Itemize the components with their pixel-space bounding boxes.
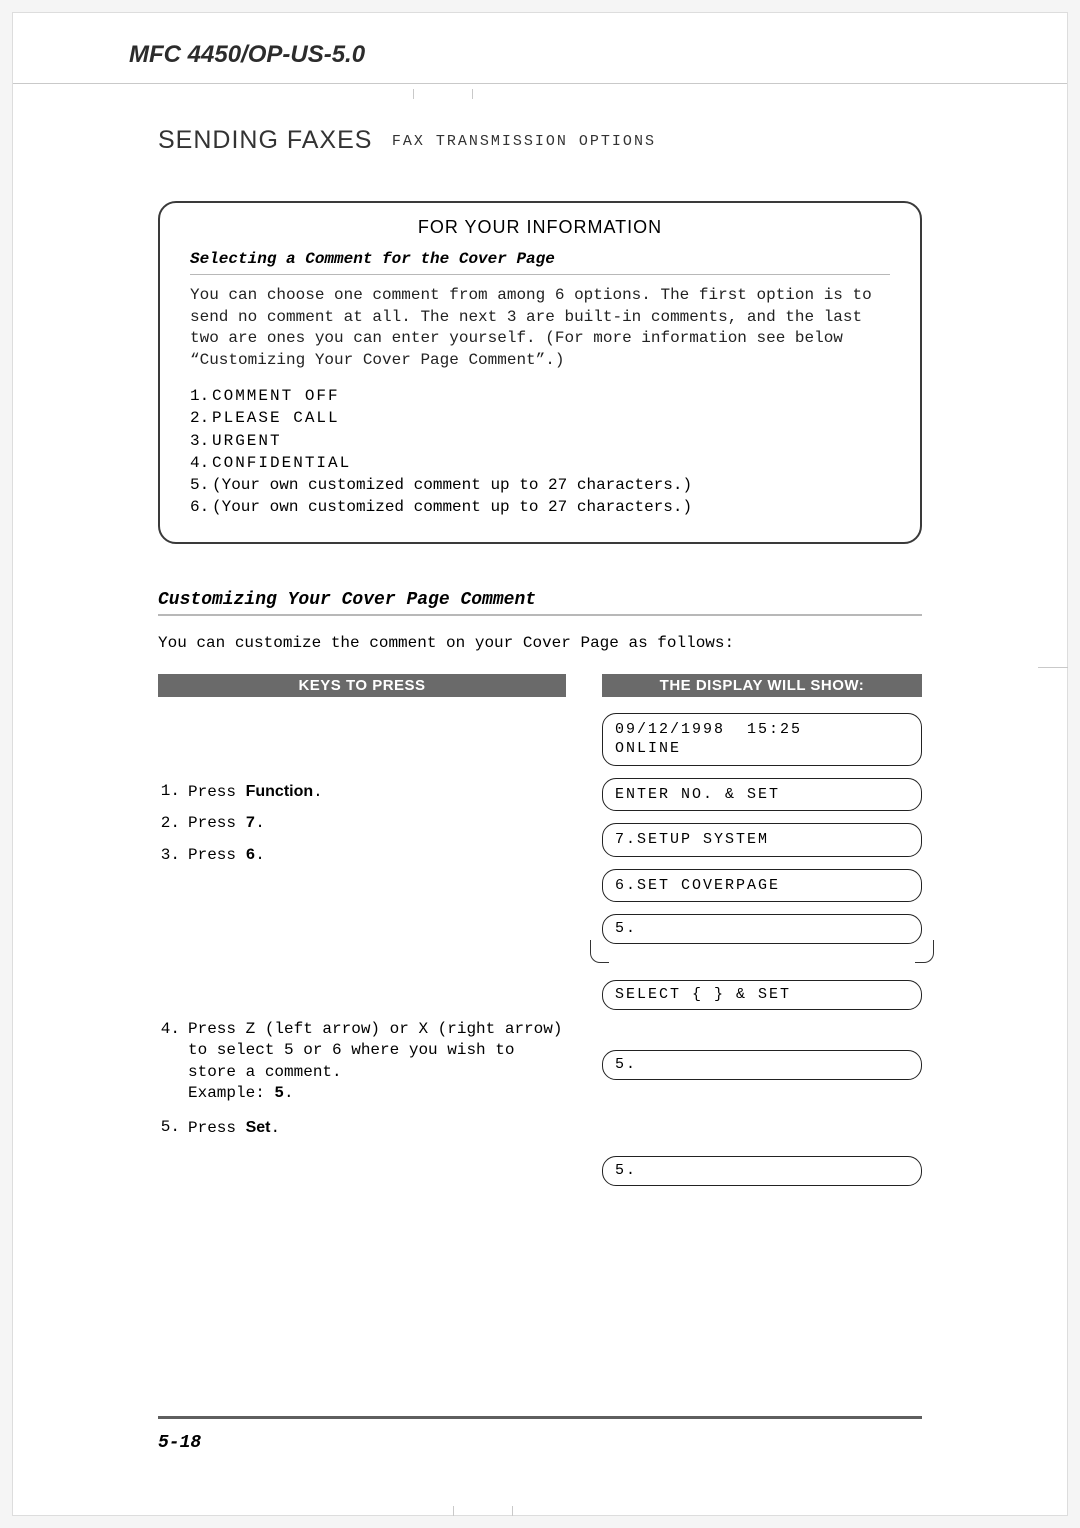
lcd-display: SELECT { } & SET: [602, 980, 922, 1010]
page-inner: MFC 4450/OP-US-5.0 SENDING FAXES FAX TRA…: [13, 13, 1067, 1515]
step-row: 4. Press Z (left arrow) or X (right arro…: [158, 1019, 566, 1105]
list-item: 2.PLEASE CALL: [190, 407, 890, 429]
section-title: SENDING FAXES FAX TRANSMISSION OPTIONS: [158, 126, 1067, 155]
bottom-tab-marks: [453, 1506, 513, 1516]
lcd-display: ENTER NO. & SET: [602, 778, 922, 812]
step-row: 2. Press 7.: [158, 813, 566, 835]
lcd-display: 7.SETUP SYSTEM: [602, 823, 922, 857]
comment-option-list: 1.COMMENT OFF 2.PLEASE CALL 3.URGENT 4.C…: [190, 385, 890, 517]
section-subheading: Customizing Your Cover Page Comment: [158, 590, 922, 616]
display-will-show-column: THE DISPLAY WILL SHOW: 09/12/1998 15:25 …: [602, 674, 922, 1199]
keys-to-press-column: KEYS TO PRESS 1. Press Function. 2. Pres…: [158, 674, 566, 1199]
list-item: 3.URGENT: [190, 430, 890, 452]
section-intro-text: You can customize the comment on your Co…: [158, 634, 922, 652]
header-rule: [13, 83, 1067, 84]
step-row: 5. Press Set.: [158, 1117, 566, 1140]
step-row: 3. Press 6.: [158, 845, 566, 867]
document-header: MFC 4450/OP-US-5.0: [13, 13, 1067, 83]
step-row: 1. Press Function.: [158, 781, 566, 804]
list-item: 4.CONFIDENTIAL: [190, 452, 890, 474]
list-item: 6.(Your own customized comment up to 27 …: [190, 496, 890, 518]
info-box-body: You can choose one comment from among 6 …: [190, 285, 890, 371]
cycle-arrow-icon: [602, 948, 922, 972]
footer-rule: [158, 1416, 922, 1419]
lcd-display: 09/12/1998 15:25 ONLINE: [602, 713, 922, 766]
list-item: 5.(Your own customized comment up to 27 …: [190, 474, 890, 496]
info-box-title: FOR YOUR INFORMATION: [190, 217, 890, 238]
list-item: 1.COMMENT OFF: [190, 385, 890, 407]
info-box: FOR YOUR INFORMATION Selecting a Comment…: [158, 201, 922, 544]
info-box-subtitle: Selecting a Comment for the Cover Page: [190, 250, 890, 275]
steps-list: 1. Press Function. 2. Press 7. 3. Press …: [158, 713, 566, 1140]
section-title-sub: FAX TRANSMISSION OPTIONS: [392, 133, 656, 150]
page-number: 5-18: [158, 1433, 201, 1453]
lcd-display: 5.: [602, 1050, 922, 1080]
manual-page: MFC 4450/OP-US-5.0 SENDING FAXES FAX TRA…: [12, 12, 1068, 1516]
lcd-display: 5.: [602, 1156, 922, 1186]
section-title-main: SENDING FAXES: [158, 126, 372, 154]
lcd-display: 6.SET COVERPAGE: [602, 869, 922, 903]
display-will-show-header: THE DISPLAY WILL SHOW:: [602, 674, 922, 697]
top-tab-marks: [413, 89, 473, 99]
two-column-steps: KEYS TO PRESS 1. Press Function. 2. Pres…: [158, 674, 922, 1199]
lcd-display: 5.: [602, 914, 922, 944]
keys-to-press-header: KEYS TO PRESS: [158, 674, 566, 697]
right-edge-tick: [1038, 667, 1068, 668]
